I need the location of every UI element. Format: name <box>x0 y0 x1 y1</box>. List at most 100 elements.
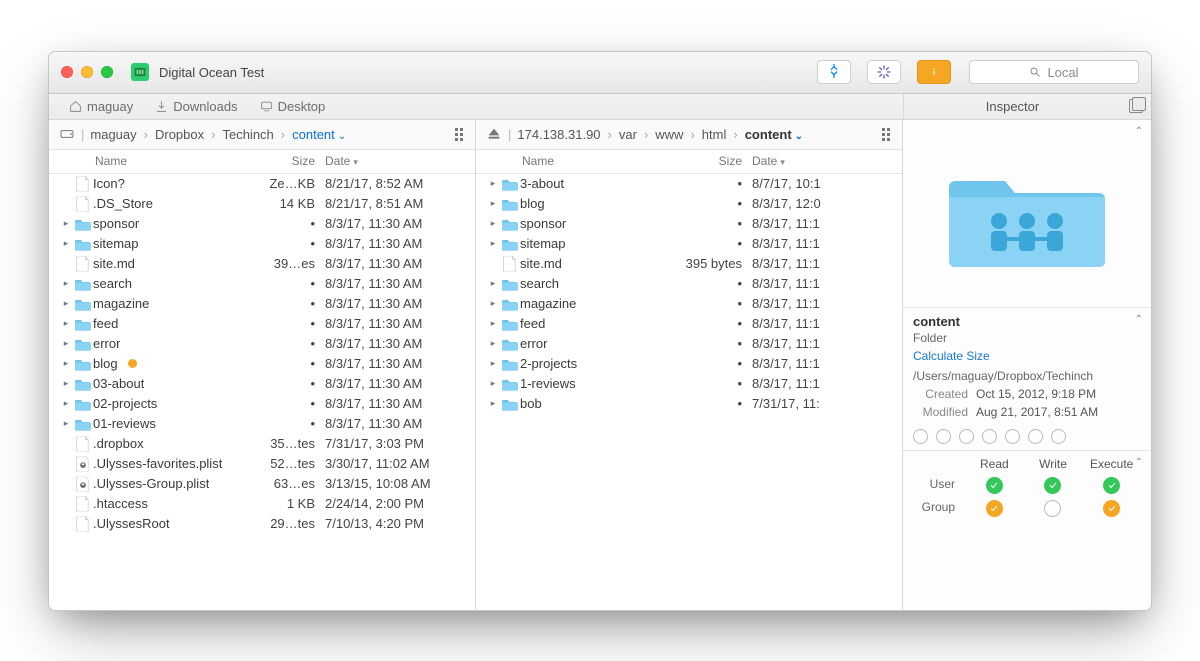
new-window-icon[interactable] <box>1129 99 1143 113</box>
disclosure-triangle[interactable]: ▸ <box>486 298 500 309</box>
file-row[interactable]: ▸feed•8/3/17, 11:1 <box>476 314 902 334</box>
left-header-size[interactable]: Size <box>245 154 325 168</box>
file-row[interactable]: ▸01-reviews•8/3/17, 11:30 AM <box>49 414 475 434</box>
breadcrumb-segment[interactable]: content⌄ <box>292 127 346 142</box>
file-row[interactable]: site.md39…es8/3/17, 11:30 AM <box>49 254 475 274</box>
tag-slot[interactable] <box>1028 429 1043 444</box>
local-disk-icon[interactable] <box>59 126 75 142</box>
tag-slot[interactable] <box>1005 429 1020 444</box>
breadcrumb-segment[interactable]: content⌄ <box>745 127 803 142</box>
eject-icon[interactable] <box>486 126 502 142</box>
left-file-list[interactable]: Icon?Ze…KB8/21/17, 8:52 AM.DS_Store14 KB… <box>49 174 475 610</box>
file-row[interactable]: ▸error•8/3/17, 11:1 <box>476 334 902 354</box>
file-row[interactable]: ▸search•8/3/17, 11:1 <box>476 274 902 294</box>
right-header-date[interactable]: Date▾ <box>752 154 892 168</box>
file-row[interactable]: .htaccess1 KB2/24/14, 2:00 PM <box>49 494 475 514</box>
file-row[interactable]: ▸sponsor•8/3/17, 11:1 <box>476 214 902 234</box>
file-row[interactable]: .UlyssesRoot29…tes7/10/13, 4:20 PM <box>49 514 475 534</box>
file-row[interactable]: ▸sitemap•8/3/17, 11:30 AM <box>49 234 475 254</box>
perm-user-read[interactable] <box>965 477 1024 494</box>
breadcrumb-segment[interactable]: www <box>655 127 683 142</box>
perm-group-read[interactable] <box>965 500 1024 517</box>
file-row[interactable]: ▸3-about•8/7/17, 10:1 <box>476 174 902 194</box>
search-field[interactable]: Local <box>969 60 1139 84</box>
disclosure-triangle[interactable]: ▸ <box>59 338 73 349</box>
file-row[interactable]: ▸magazine•8/3/17, 11:30 AM <box>49 294 475 314</box>
disclosure-triangle[interactable]: ▸ <box>486 278 500 289</box>
minimize-window-button[interactable] <box>81 66 93 78</box>
disclosure-triangle[interactable]: ▸ <box>59 298 73 309</box>
disclosure-triangle[interactable]: ▸ <box>486 338 500 349</box>
tag-slot[interactable] <box>913 429 928 444</box>
file-row[interactable]: ▸error•8/3/17, 11:30 AM <box>49 334 475 354</box>
file-row[interactable]: ▸blog•8/3/17, 11:30 AM <box>49 354 475 374</box>
perm-user-write[interactable] <box>1024 477 1083 494</box>
file-row[interactable]: .dropbox35…tes7/31/17, 3:03 PM <box>49 434 475 454</box>
breadcrumb-segment[interactable]: var <box>619 127 637 142</box>
disclosure-triangle[interactable]: ▸ <box>59 378 73 389</box>
section-toggle-icon[interactable]: ⌃ <box>1135 314 1143 325</box>
disclosure-triangle[interactable]: ▸ <box>486 218 500 229</box>
favorite-desktop[interactable]: Desktop <box>260 99 326 114</box>
file-row[interactable]: ▸search•8/3/17, 11:30 AM <box>49 274 475 294</box>
disclosure-triangle[interactable]: ▸ <box>59 218 73 229</box>
file-row[interactable]: site.md395 bytes8/3/17, 11:1 <box>476 254 902 274</box>
disclosure-triangle[interactable]: ▸ <box>486 398 500 409</box>
breadcrumb-segment[interactable]: 174.138.31.90 <box>517 127 600 142</box>
file-row[interactable]: Icon?Ze…KB8/21/17, 8:52 AM <box>49 174 475 194</box>
file-row[interactable]: .DS_Store14 KB8/21/17, 8:51 AM <box>49 194 475 214</box>
file-row[interactable]: ▸sitemap•8/3/17, 11:1 <box>476 234 902 254</box>
disclosure-triangle[interactable]: ▸ <box>486 378 500 389</box>
breadcrumb-segment[interactable]: html <box>702 127 727 142</box>
left-header-name[interactable]: Name <box>59 154 245 168</box>
disclosure-triangle[interactable]: ▸ <box>486 198 500 209</box>
disclosure-triangle[interactable]: ▸ <box>59 238 73 249</box>
file-row[interactable]: ▸sponsor•8/3/17, 11:30 AM <box>49 214 475 234</box>
left-header-date[interactable]: Date▾ <box>325 154 465 168</box>
tag-slot[interactable] <box>1051 429 1066 444</box>
disclosure-triangle[interactable]: ▸ <box>59 278 73 289</box>
disclosure-triangle[interactable]: ▸ <box>59 358 73 369</box>
file-row[interactable]: .Ulysses-favorites.plist52…tes3/30/17, 1… <box>49 454 475 474</box>
file-row[interactable]: ▸blog•8/3/17, 12:0 <box>476 194 902 214</box>
breadcrumb-segment[interactable]: maguay <box>90 127 136 142</box>
close-window-button[interactable] <box>61 66 73 78</box>
disclosure-triangle[interactable]: ▸ <box>59 318 73 329</box>
file-row[interactable]: ▸02-projects•8/3/17, 11:30 AM <box>49 394 475 414</box>
file-row[interactable]: ▸2-projects•8/3/17, 11:1 <box>476 354 902 374</box>
file-row[interactable]: ▸magazine•8/3/17, 11:1 <box>476 294 902 314</box>
right-header-size[interactable]: Size <box>672 154 752 168</box>
inspector-tab[interactable]: Inspector <box>903 94 1151 119</box>
disclosure-triangle[interactable]: ▸ <box>486 178 500 189</box>
favorite-maguay[interactable]: maguay <box>69 99 133 114</box>
file-row[interactable]: ▸bob•7/31/17, 11: <box>476 394 902 414</box>
breadcrumb-segment[interactable]: Techinch <box>222 127 273 142</box>
right-file-list[interactable]: ▸3-about•8/7/17, 10:1▸blog•8/3/17, 12:0▸… <box>476 174 902 610</box>
file-row[interactable]: ▸1-reviews•8/3/17, 11:1 <box>476 374 902 394</box>
file-row[interactable]: ▸feed•8/3/17, 11:30 AM <box>49 314 475 334</box>
tag-slot[interactable] <box>959 429 974 444</box>
disclosure-triangle[interactable]: ▸ <box>486 318 500 329</box>
breadcrumb-segment[interactable]: Dropbox <box>155 127 204 142</box>
perm-group-write[interactable] <box>1024 500 1083 517</box>
tag-slot[interactable] <box>982 429 997 444</box>
disclosure-triangle[interactable]: ▸ <box>486 238 500 249</box>
section-toggle-icon[interactable]: ⌃ <box>1135 457 1143 468</box>
disclosure-triangle[interactable]: ▸ <box>59 418 73 429</box>
activity-button[interactable] <box>867 60 901 84</box>
calculate-size-link[interactable]: Calculate Size <box>913 349 990 363</box>
file-row[interactable]: ▸03-about•8/3/17, 11:30 AM <box>49 374 475 394</box>
zoom-window-button[interactable] <box>101 66 113 78</box>
right-view-mode-button[interactable] <box>882 128 892 141</box>
tag-slot[interactable] <box>936 429 951 444</box>
section-toggle-icon[interactable]: ⌃ <box>1135 126 1143 137</box>
left-view-mode-button[interactable] <box>455 128 465 141</box>
sync-button[interactable] <box>817 60 851 84</box>
info-button[interactable] <box>917 60 951 84</box>
right-header-name[interactable]: Name <box>486 154 672 168</box>
favorite-downloads[interactable]: Downloads <box>155 99 237 114</box>
perm-user-execute[interactable] <box>1082 477 1141 494</box>
file-row[interactable]: .Ulysses-Group.plist63…es3/13/15, 10:08 … <box>49 474 475 494</box>
perm-group-execute[interactable] <box>1082 500 1141 517</box>
disclosure-triangle[interactable]: ▸ <box>486 358 500 369</box>
